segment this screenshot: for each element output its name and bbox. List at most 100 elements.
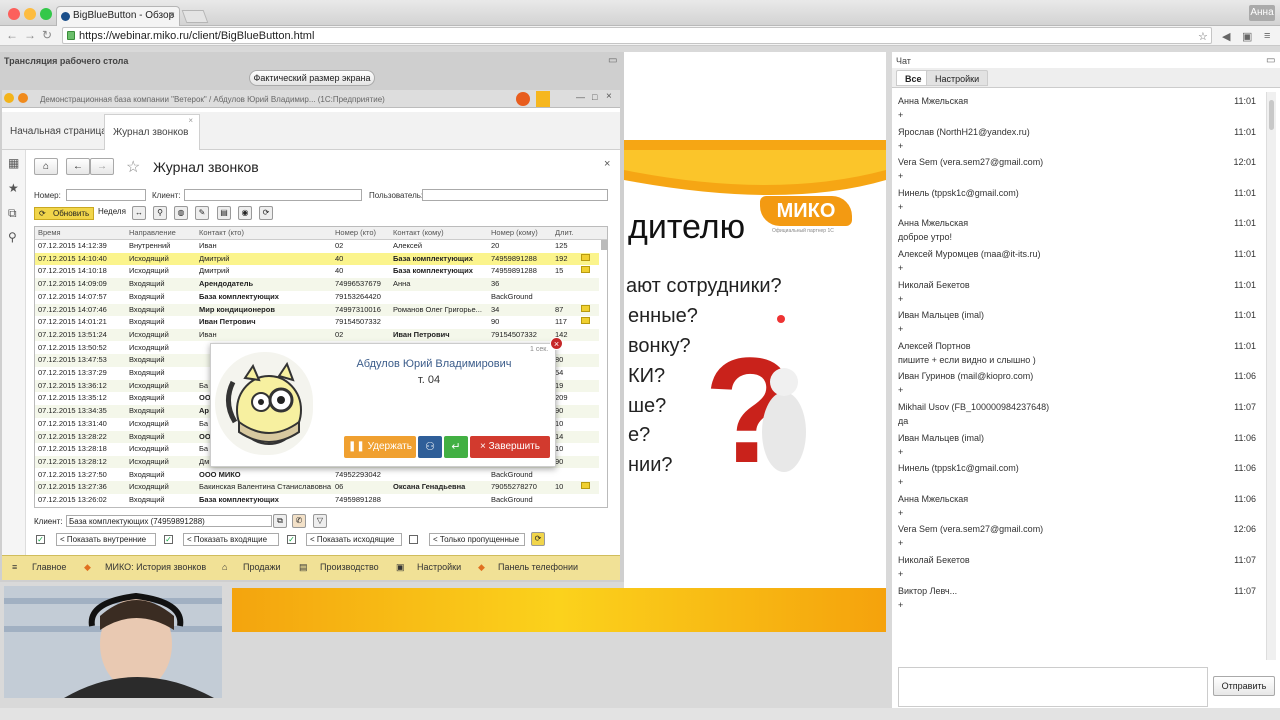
scroll-thumb[interactable] (1269, 100, 1274, 130)
show-outgoing-checkbox[interactable]: ✓ (287, 535, 296, 544)
close-window-icon[interactable] (8, 8, 20, 20)
chat-tab-settings[interactable]: Настройки (926, 70, 989, 86)
column-duration[interactable]: Длит. (555, 228, 573, 237)
number-input[interactable] (66, 189, 146, 201)
table-row[interactable]: 07.12.2015 13:51:24 Исходящий Иван 02 Иван П… (35, 328, 599, 342)
client-filter-input[interactable] (184, 189, 362, 201)
tab-home[interactable]: Начальная страница (2, 114, 115, 150)
column-direction[interactable]: Направление (129, 228, 176, 237)
column-number-from[interactable]: Номер (кто) (335, 228, 376, 237)
show-incoming-checkbox[interactable]: ✓ (164, 535, 173, 544)
comment-flag-icon[interactable] (581, 304, 590, 312)
profile-button[interactable]: Анна (1249, 5, 1275, 21)
period-icon[interactable]: ↔ (132, 206, 146, 220)
minimize-window-icon[interactable] (24, 8, 36, 20)
table-scrollbar[interactable] (601, 240, 607, 250)
firefox-icon[interactable] (516, 92, 530, 106)
minimize-chat-icon[interactable]: ▭ (1266, 55, 1275, 66)
show-incoming-field[interactable]: < Показать входящие (183, 533, 279, 546)
table-row[interactable]: 07.12.2015 14:09:09 Входящий Арендодатель 7… (35, 278, 599, 291)
table-row[interactable]: 07.12.2015 14:01:21 Входящий Иван Петрович… (35, 316, 599, 329)
reload-icon[interactable]: ↻ (42, 28, 52, 42)
table-row[interactable]: 07.12.2015 14:07:57 Входящий База комплект… (35, 291, 599, 304)
column-number-to[interactable]: Номер (кому) (491, 228, 538, 237)
real-size-button[interactable]: Фактический размер экрана (249, 70, 375, 86)
table-row[interactable]: 07.12.2015 14:10:40 Исходящий Дмитрий 40 Баз… (35, 252, 599, 266)
user-filter-input[interactable] (422, 189, 608, 201)
maximize-window-icon[interactable] (40, 8, 52, 20)
green-action-icon[interactable]: ◉ (238, 206, 252, 220)
bookmark-star-icon[interactable]: ☆ (1198, 30, 1208, 43)
comment-flag-icon[interactable] (581, 317, 590, 325)
table-row[interactable]: 07.12.2015 13:26:02 Входящий База комплект… (35, 494, 599, 507)
comment-flag-icon[interactable] (581, 253, 590, 261)
period-selector[interactable]: Неделя (98, 207, 126, 216)
close-icon[interactable]: × (606, 91, 612, 102)
menu-telephony[interactable]: Панель телефонии (498, 562, 578, 572)
chat-scrollbar[interactable] (1266, 92, 1276, 660)
cycle-icon[interactable]: ⟳ (259, 206, 273, 220)
maximize-icon[interactable]: □ (592, 92, 597, 102)
table-row[interactable]: 07.12.2015 14:07:46 Входящий Мир кондицион… (35, 303, 599, 317)
back-icon[interactable]: ← (6, 28, 18, 42)
audio-icon[interactable]: ◀ (1222, 30, 1230, 43)
show-internal-field[interactable]: < Показать внутренние (56, 533, 156, 546)
comment-flag-icon[interactable] (581, 482, 590, 490)
menu-settings[interactable]: Настройки (417, 562, 461, 572)
menu-sales[interactable]: Продажи (243, 562, 281, 572)
column-time[interactable]: Время (38, 228, 61, 237)
forward-icon[interactable]: → (24, 28, 36, 42)
grid-menu-icon[interactable]: ▦ (8, 156, 19, 170)
history-icon[interactable]: ⧉ (8, 206, 17, 221)
address-bar[interactable]: https://webinar.miko.ru/client/BigBlueBu… (62, 27, 1212, 44)
close-popup-icon[interactable]: × (550, 337, 563, 350)
transfer-button[interactable]: ⚇ (418, 436, 442, 458)
menu-icon[interactable]: ≡ (1264, 30, 1270, 42)
microphone-icon[interactable] (536, 91, 550, 107)
favorite-star-icon[interactable]: ☆ (126, 157, 140, 177)
show-outgoing-field[interactable]: < Показать исходящие (306, 533, 402, 546)
zoom-icon[interactable]: ⚲ (153, 206, 167, 220)
apply-refresh-icon[interactable]: ⟳ (531, 532, 545, 546)
extension-icon[interactable]: ▣ (1242, 30, 1252, 43)
menu-miko-history[interactable]: МИКО: История звонков (105, 562, 206, 572)
column-contact-to[interactable]: Контакт (кому) (393, 228, 444, 237)
home-button[interactable]: ⌂ (34, 158, 58, 175)
menu-main[interactable]: Главное (32, 562, 66, 572)
minimize-icon[interactable]: — (576, 92, 585, 102)
comment-flag-icon[interactable] (581, 266, 590, 274)
table-row[interactable]: 07.12.2015 13:27:36 Исходящий Бакинская Ва… (35, 481, 599, 494)
table-row[interactable]: 07.12.2015 14:10:18 Исходящий Дмитрий 40 Баз… (35, 265, 599, 278)
only-missed-field[interactable]: < Только пропущенные (429, 533, 525, 546)
column-contact-from[interactable]: Контакт (кто) (199, 228, 244, 237)
show-internal-checkbox[interactable]: ✓ (36, 535, 45, 544)
call-icon[interactable]: ✆ (292, 514, 306, 528)
client-value-field[interactable]: База комплектующих (74959891288) (66, 515, 272, 527)
send-button[interactable]: Отправить (1213, 676, 1275, 696)
table-row[interactable]: 07.12.2015 14:12:39 Внутренний Иван 02 Алекс… (35, 240, 599, 253)
menu-icon[interactable] (18, 93, 28, 103)
tab-call-log[interactable]: Журнал звонков × (104, 114, 200, 150)
search-icon[interactable]: ⚲ (8, 230, 17, 244)
hold-button[interactable]: ❚❚ Удержать (344, 436, 416, 458)
close-tab-icon[interactable]: × (169, 10, 175, 21)
table-row[interactable]: 07.12.2015 13:27:50 Входящий ООО МИКО 74952… (35, 469, 599, 482)
only-missed-checkbox[interactable] (409, 535, 418, 544)
open-client-icon[interactable]: ⧉ (273, 514, 287, 528)
refresh-button[interactable]: ⟳ Обновить (34, 207, 94, 220)
minimize-panel-icon[interactable]: ▭ (608, 55, 617, 66)
main-menu-icon[interactable]: ≡ (12, 562, 17, 572)
back-button[interactable]: ← (66, 158, 90, 175)
chat-message-input[interactable] (898, 667, 1208, 707)
globe-icon[interactable]: ◍ (174, 206, 188, 220)
browser-tab[interactable]: BigBlueButton - Обзор × (56, 6, 180, 27)
filter-icon[interactable]: ▽ (313, 514, 327, 528)
close-form-icon[interactable]: × (604, 158, 610, 170)
menu-production[interactable]: Производство (320, 562, 379, 572)
edit-icon[interactable]: ✎ (195, 206, 209, 220)
favorites-star-icon[interactable]: ★ (8, 181, 19, 195)
new-tab-button[interactable] (181, 10, 209, 23)
end-call-button[interactable]: × Завершить (470, 436, 550, 458)
redirect-button[interactable]: ↵ (444, 436, 468, 458)
folder-icon[interactable]: ▤ (217, 206, 231, 220)
